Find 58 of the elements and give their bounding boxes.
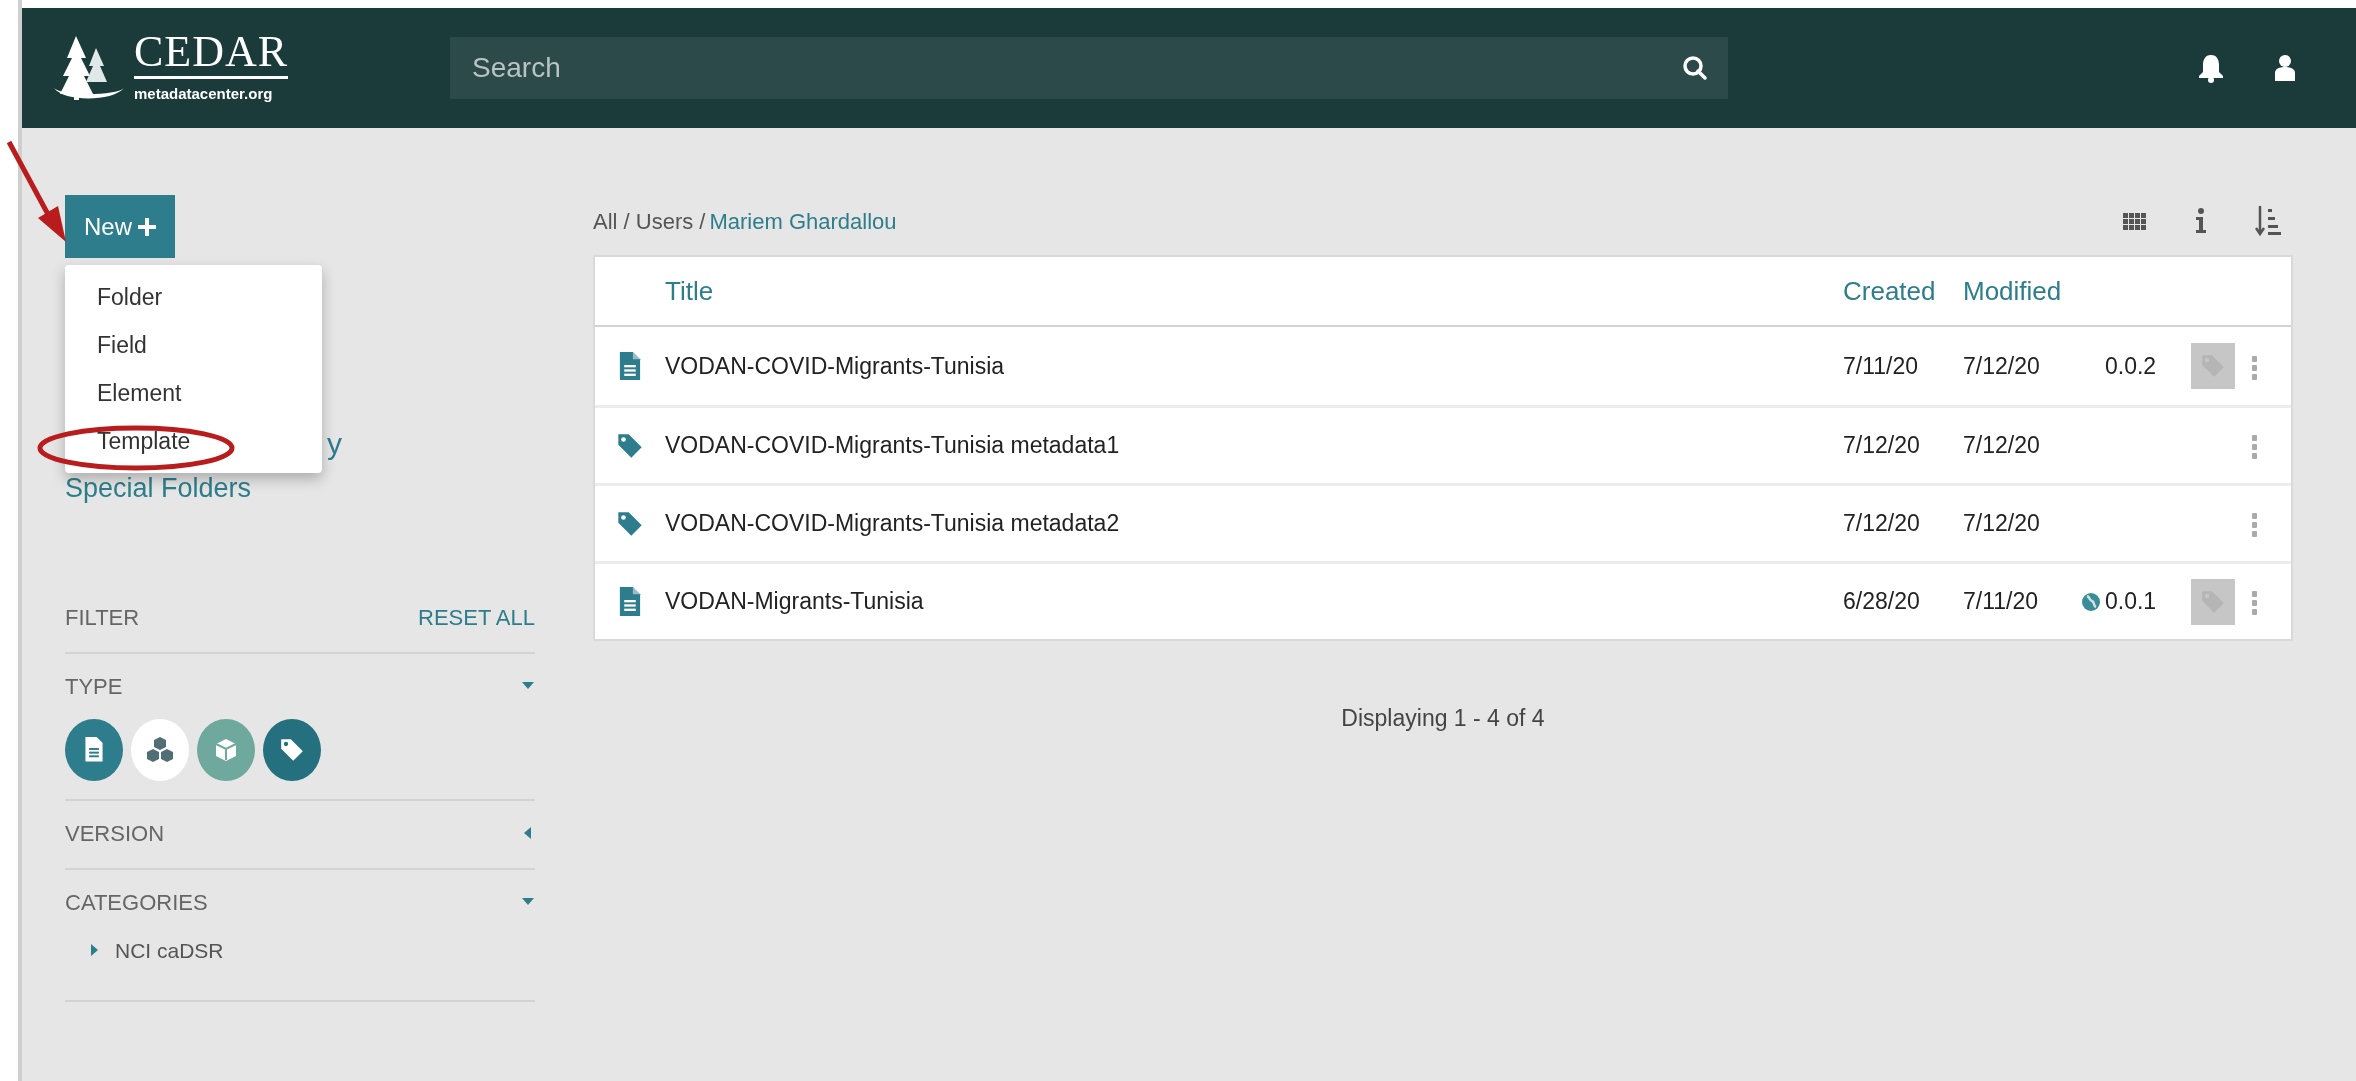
menu-item[interactable]: Folder: [65, 273, 322, 321]
grid-view-icon[interactable]: [2123, 212, 2147, 230]
more-options-icon[interactable]: [2251, 590, 2259, 617]
title-cell[interactable]: VODAN-Migrants-Tunisia: [665, 588, 924, 615]
menu-item[interactable]: Template: [65, 417, 322, 465]
table-row[interactable]: VODAN-Migrants-Tunisia 6/28/20 7/11/20 0.0.1: [595, 561, 2291, 639]
date-cell: 7/12/20: [1963, 510, 2040, 537]
breadcrumb-path[interactable]: All / Users /: [593, 204, 706, 238]
menu-item[interactable]: Field: [65, 321, 322, 369]
table-row[interactable]: VODAN-COVID-Migrants-Tunisia metadata2 7/12/20 7/12/20: [595, 483, 2291, 561]
version-cell-text: 0.0.1: [2105, 587, 2157, 617]
date-cell: 6/28/20: [1843, 588, 1920, 615]
tag-icon: [617, 432, 643, 459]
date-cell: 7/11/20: [1843, 352, 1919, 379]
cubes-icon: [145, 735, 175, 764]
search-icon[interactable]: [1682, 55, 1708, 81]
pagination-status: Displaying 1 - 4 of 4: [1341, 705, 1545, 731]
document-icon: [617, 587, 643, 616]
new-button[interactable]: New: [65, 195, 175, 258]
filter-heading: FILTER: [65, 603, 140, 632]
tag-icon: [280, 737, 304, 762]
breadcrumb-current[interactable]: Mariem Ghardallou: [709, 204, 897, 238]
title-cell[interactable]: VODAN-COVID-Migrants-Tunisia metadata2: [665, 510, 1120, 537]
plus-icon: [138, 217, 156, 236]
category-item[interactable]: NCI caDSR: [115, 934, 224, 966]
logo-name: CEDAR: [134, 30, 289, 80]
version-cell-text: 0.0.2: [2105, 351, 2157, 381]
date-cell: 7/12/20: [1843, 510, 1920, 537]
table-row[interactable]: VODAN-COVID-Migrants-Tunisia metadata1 7/12/20 7/12/20: [595, 405, 2291, 483]
section-heading: VERSION: [65, 819, 165, 848]
tag-button[interactable]: [2191, 578, 2235, 625]
title-cell[interactable]: VODAN-COVID-Migrants-Tunisia: [665, 352, 1005, 379]
column-header[interactable]: Created: [1843, 271, 1963, 311]
column-header[interactable]: Title: [665, 271, 1843, 311]
reset-all-link[interactable]: RESET ALL: [418, 600, 535, 634]
more-options-icon[interactable]: [2251, 354, 2259, 381]
column-header[interactable]: Modified: [1963, 271, 2081, 311]
document-icon: [617, 351, 643, 381]
more-options-icon[interactable]: [2251, 512, 2259, 539]
user-icon[interactable]: [2274, 54, 2296, 82]
section-heading: CATEGORIES: [65, 888, 208, 917]
date-cell: 7/12/20: [1963, 432, 2040, 459]
title-cell[interactable]: VODAN-COVID-Migrants-Tunisia metadata1: [665, 432, 1120, 459]
tag-icon: [617, 510, 643, 537]
caret-right-icon[interactable]: [89, 943, 99, 958]
table-row[interactable]: VODAN-COVID-Migrants-Tunisia 7/11/20 7/12/20 0.0.2: [595, 327, 2291, 405]
date-cell: 7/12/20: [1963, 352, 2040, 379]
sort-icon[interactable]: [2255, 205, 2281, 237]
info-icon[interactable]: [2195, 208, 2207, 234]
menu-item[interactable]: Element: [65, 369, 322, 417]
document-icon: [83, 737, 105, 762]
section-heading: TYPE: [65, 672, 123, 701]
bell-icon[interactable]: [2198, 53, 2224, 83]
cube-icon: [213, 736, 239, 763]
date-cell: 7/11/20: [1963, 588, 2039, 615]
logo-subtitle: metadatacenter.org: [134, 84, 274, 105]
more-options-icon[interactable]: [2251, 434, 2259, 461]
date-cell: 7/12/20: [1843, 432, 1920, 459]
